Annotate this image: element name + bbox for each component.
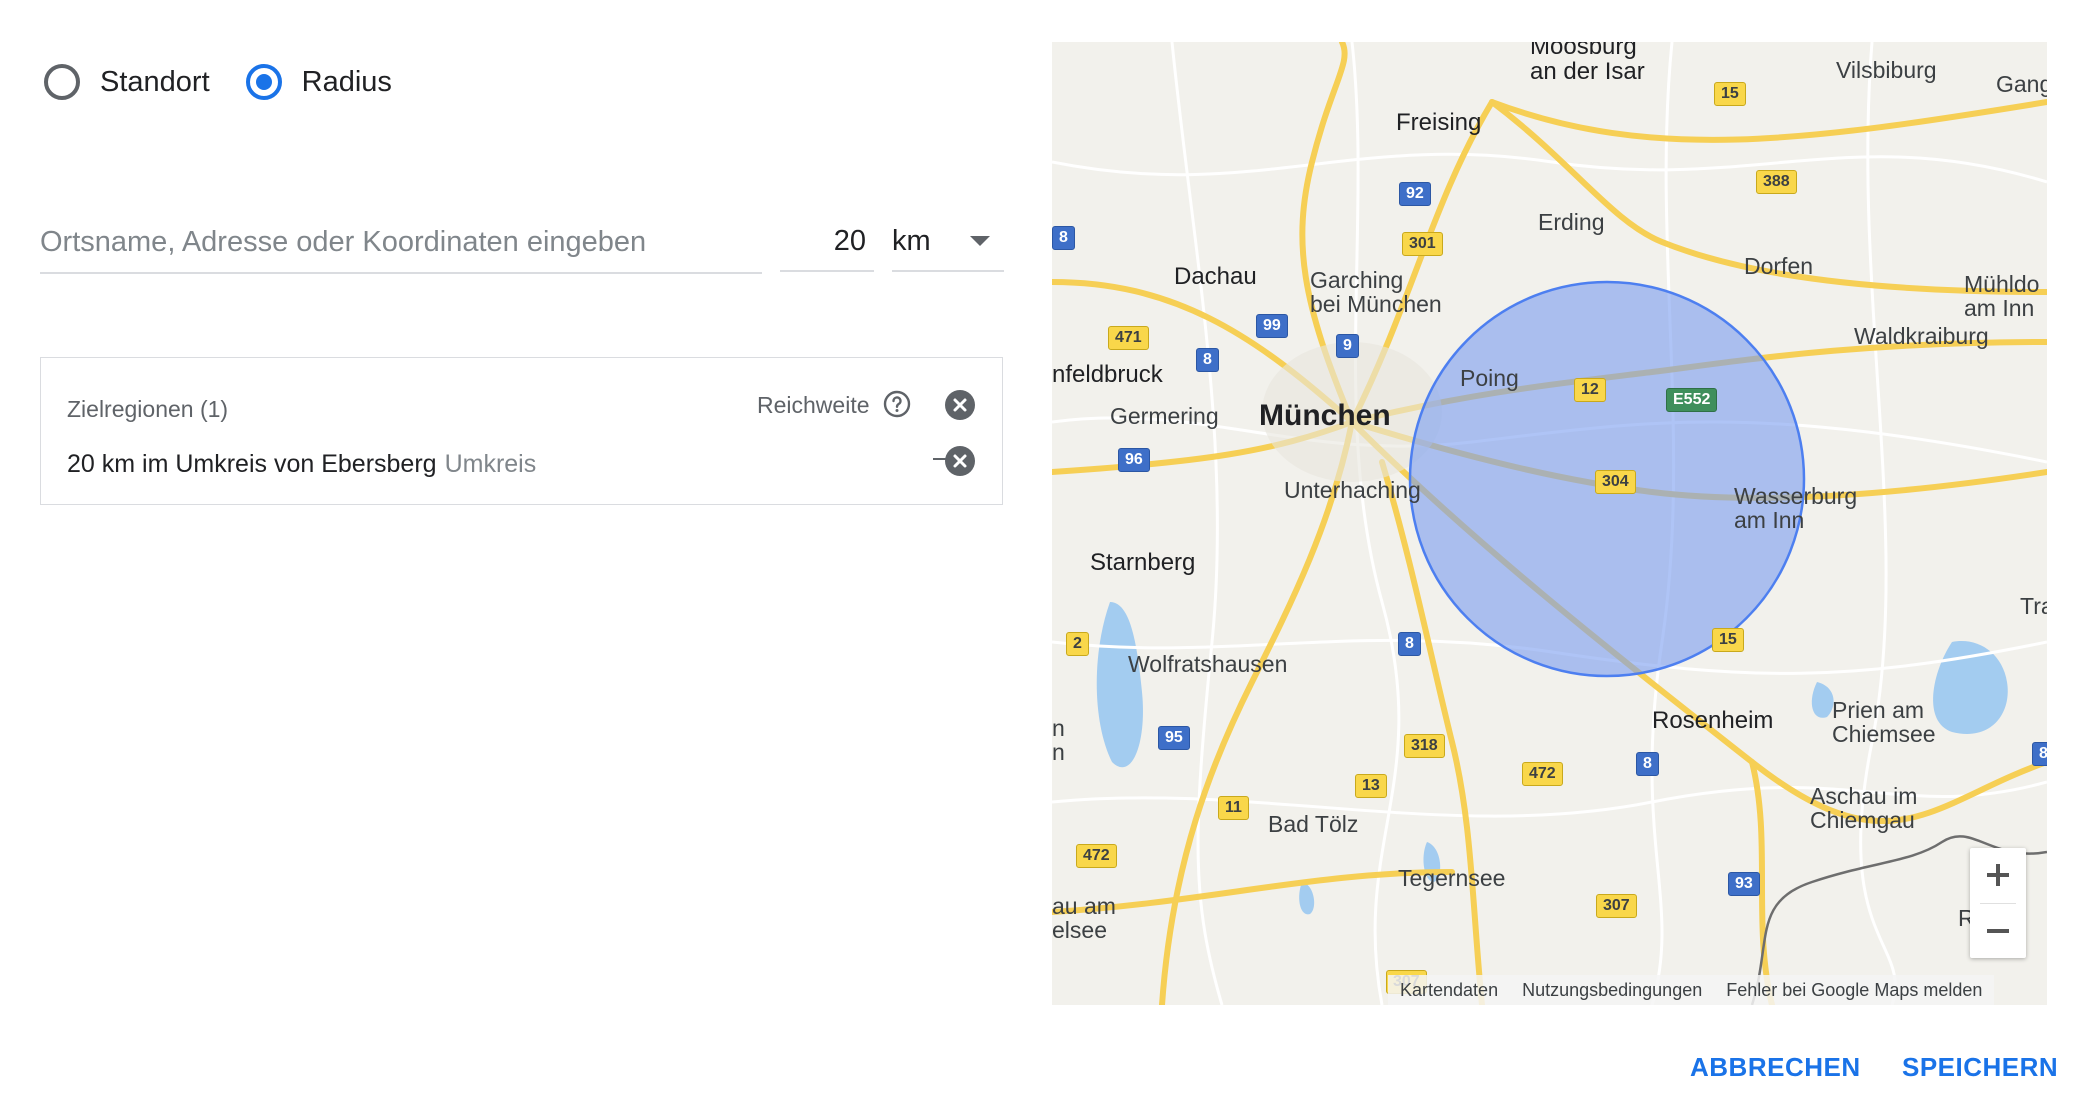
road-shield: 8 <box>1398 632 1421 656</box>
radius-value-input[interactable]: 20 <box>780 212 874 272</box>
radius-unit-value: km <box>892 224 931 257</box>
zoom-control <box>1970 848 2026 958</box>
road-shield: 12 <box>1574 378 1606 402</box>
road-shield: 472 <box>1076 844 1117 868</box>
road-shield: 472 <box>1522 762 1563 786</box>
map-label-left-cut: nn <box>1052 715 1065 766</box>
map-label-dachau: Dachau <box>1174 263 1257 290</box>
road-shield: 388 <box>1756 170 1797 194</box>
map-terms-link[interactable]: Nutzungsbedingungen <box>1510 980 1714 1001</box>
road-shield: 95 <box>1158 726 1190 750</box>
cancel-button[interactable]: ABBRECHEN <box>1690 1052 1861 1083</box>
reach-label: Reichweite <box>757 392 870 418</box>
map-label-tegernsee: Tegernsee <box>1398 865 1506 891</box>
road-shield: 8 <box>1052 226 1075 250</box>
help-icon[interactable] <box>883 390 911 418</box>
road-shield: 307 <box>1596 894 1637 918</box>
map-label-vilsbiburg: Vilsbiburg <box>1836 57 1937 83</box>
road-shield: 2 <box>1066 632 1089 656</box>
road-shield: 15 <box>1714 82 1746 106</box>
map-attribution: Kartendaten Nutzungsbedingungen Fehler b… <box>1388 975 1995 1005</box>
map-label-wolfratshausen: Wolfratshausen <box>1128 651 1288 677</box>
road-shield: 304 <box>1595 470 1636 494</box>
save-button[interactable]: SPEICHERN <box>1902 1052 2058 1083</box>
region-row: 20 km im Umkreis von Ebersberg Umkreis <box>67 450 536 479</box>
map-label-muenchen: München <box>1259 399 1391 432</box>
radio-standort[interactable]: Standort <box>44 64 210 100</box>
map-label-aschau: Aschau im Chiemgau <box>1810 783 1918 834</box>
road-shield: 318 <box>1404 734 1445 758</box>
location-search-input[interactable] <box>40 212 762 274</box>
road-shield: 99 <box>1256 314 1288 338</box>
road-shield: 13 <box>1355 774 1387 798</box>
map-label-schliersee: au am elsee <box>1052 893 1116 944</box>
road-shield: E552 <box>1666 388 1718 412</box>
map-label-freising: Freising <box>1396 109 1482 136</box>
road-shield: 8 <box>1196 348 1219 372</box>
map-label-traunstein: Tra <box>2020 593 2047 619</box>
map-label-dorfen: Dorfen <box>1744 253 1814 279</box>
map-report-link[interactable]: Fehler bei Google Maps melden <box>1714 980 1994 1001</box>
road-shield: 301 <box>1402 232 1443 256</box>
road-shield: 96 <box>1118 448 1150 472</box>
region-row-text: 20 km im Umkreis von Ebersberg <box>67 450 437 478</box>
radio-radius[interactable]: Radius <box>245 64 392 100</box>
clear-all-icon[interactable] <box>945 390 975 420</box>
map-label-unterhaching: Unterhaching <box>1284 477 1421 503</box>
road-shield: 9 <box>1336 334 1359 358</box>
target-regions-panel: Zielregionen (1) Reichweite 20 km im Umk… <box>40 357 1003 505</box>
map-data-link[interactable]: Kartendaten <box>1388 980 1510 1001</box>
map-view[interactable]: Moosburgan der Isar Vilsbiburg Gangl Fre… <box>1052 42 2047 1005</box>
road-shield: 93 <box>1728 872 1760 896</box>
chevron-down-icon <box>970 236 990 246</box>
map-label-muehldorf: Mühldo am Inn <box>1964 271 2040 322</box>
map-label-wasserburg: Wasserburg am Inn <box>1734 483 1858 534</box>
map-label-moosburg: Moosburg an der Isar <box>1530 42 1645 86</box>
radio-standort-label[interactable]: Standort <box>100 66 210 99</box>
map-label-germering: Germering <box>1110 403 1219 429</box>
radio-standort-circle[interactable] <box>44 64 80 100</box>
radio-radius-circle[interactable] <box>245 64 282 100</box>
zoom-out-icon[interactable] <box>1970 904 2026 958</box>
map-canvas[interactable] <box>1052 42 2047 1005</box>
map-label-starnberg: Starnberg <box>1090 549 1196 576</box>
target-regions-title: Zielregionen (1) <box>67 396 229 422</box>
road-shield: 8 <box>2032 742 2047 766</box>
map-label-fuerstenfeldbruck: nfeldbruck <box>1052 361 1163 388</box>
map-label-bad-toelz: Bad Tölz <box>1268 811 1359 837</box>
road-shield: 11 <box>1218 796 1249 820</box>
map-label-erding: Erding <box>1538 209 1605 235</box>
location-mode-radio-group: Standort Radius <box>44 56 428 108</box>
region-row-type: Umkreis <box>444 450 537 478</box>
radius-unit-select[interactable]: km <box>892 212 1004 272</box>
road-shield: 15 <box>1712 628 1744 652</box>
map-label-rosenheim: Rosenheim <box>1652 707 1774 734</box>
remove-region-icon[interactable] <box>945 446 975 476</box>
map-label-garching: Garching bei München <box>1310 267 1442 318</box>
road-shield: 8 <box>1636 752 1659 776</box>
radio-radius-label[interactable]: Radius <box>302 66 392 99</box>
road-shield: 471 <box>1108 326 1149 350</box>
road-shield: 92 <box>1399 182 1431 206</box>
map-label-poing: Poing <box>1460 365 1519 391</box>
zoom-in-icon[interactable] <box>1970 848 2026 902</box>
map-label-prien: Prien am Chiemsee <box>1832 697 1936 748</box>
map-label-gangkofen: Gangl <box>1996 71 2047 97</box>
map-label-waldkraiburg: Waldkraiburg <box>1854 323 1989 349</box>
